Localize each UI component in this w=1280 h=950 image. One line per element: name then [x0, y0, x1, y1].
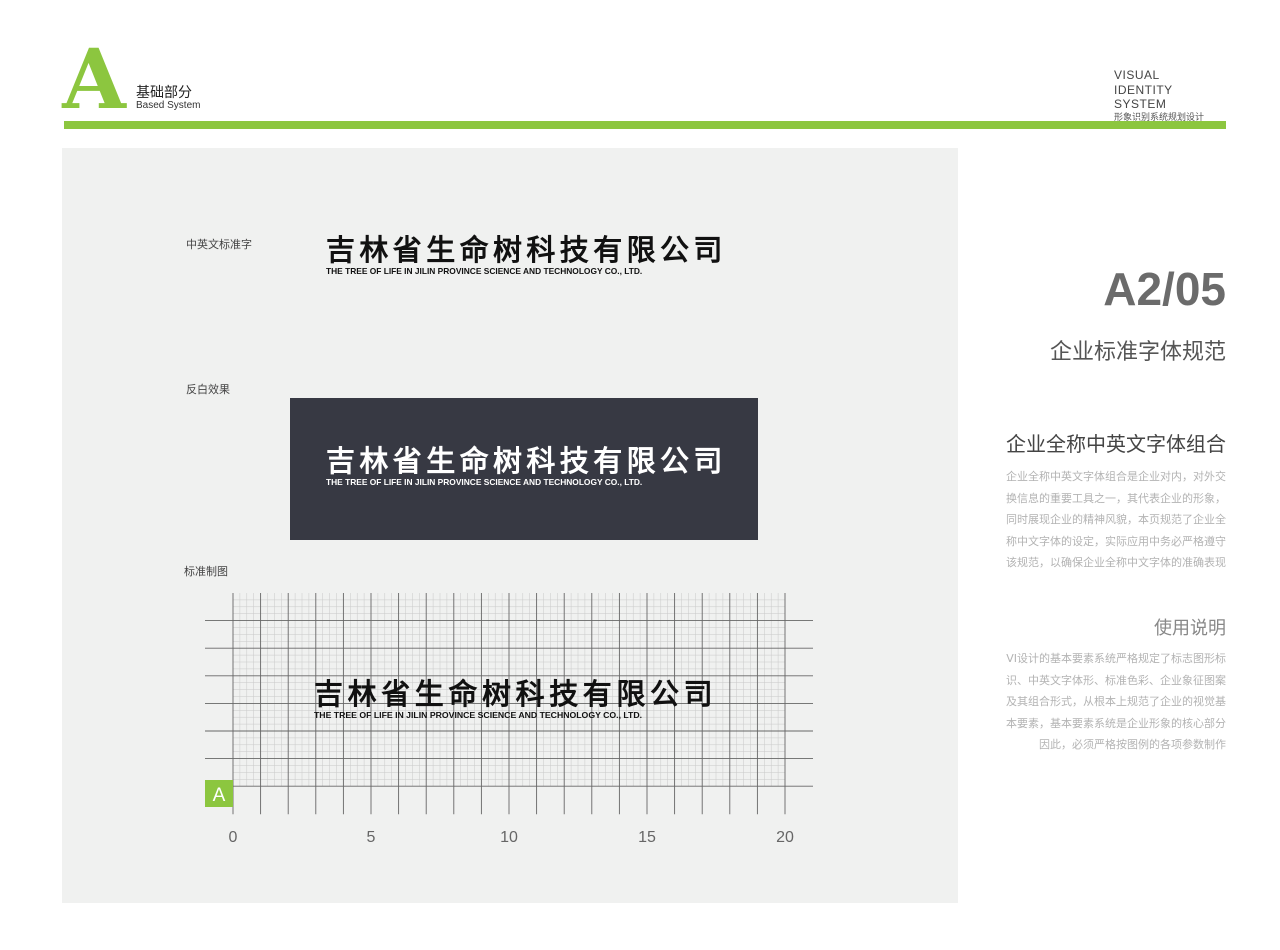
- system-title-block: VISUAL IDENTITY SYSTEM 形象识别系统规划设计: [1114, 68, 1226, 123]
- reverse-label: 反白效果: [186, 383, 230, 396]
- grid-tick-label: 0: [229, 829, 238, 846]
- section1-line: 企业全称中英文字体组合是企业对内，对外交: [1006, 470, 1226, 483]
- standard-wordmark-label: 中英文标准字: [186, 238, 252, 251]
- section2-line: 本要素，基本要素系统是企业形象的核心部分: [1006, 716, 1226, 730]
- section2-line: 识、中英文字体形、标准色彩、企业象征图案: [1006, 673, 1226, 687]
- section2-line: 及其组合形式，从根本上规范了企业的视觉基: [1006, 695, 1226, 708]
- grid-wordmark-cn: 吉林省生命树科技有限公司: [314, 677, 718, 711]
- reverse-wordmark-cn: 吉林省生命树科技有限公司: [326, 444, 727, 478]
- section2-description: VI设计的基本要素系统严格规定了标志图形标 识、中英文字体形、标准色彩、企业象征…: [976, 648, 1226, 756]
- wordmark-cn: 吉林省生命树科技有限公司: [326, 233, 727, 267]
- section-title-cn: 基础部分: [136, 85, 192, 101]
- section-title-en: Based System: [136, 100, 201, 111]
- grid-drawing-label: 标准制图: [184, 565, 228, 578]
- reverse-wordmark: 吉林省生命树科技有限公司 THE TREE OF LIFE IN JILIN P…: [326, 443, 726, 487]
- grid-tick-label: 20: [776, 829, 794, 846]
- section1-line: 该规范，以确保企业全称中文字体的准确表现: [1006, 556, 1226, 569]
- system-title-line1: VISUAL: [1114, 68, 1160, 82]
- section2-line: 因此，必须严格按图例的各项参数制作: [1039, 738, 1226, 751]
- section1-line: 同时展现企业的精神风貌，本页规范了企业全: [1006, 513, 1226, 526]
- section-letter-logo: A: [62, 32, 126, 128]
- standard-wordmark: 吉林省生命树科技有限公司 THE TREE OF LIFE IN JILIN P…: [326, 232, 726, 276]
- section2-title: 使用说明: [1154, 618, 1226, 639]
- grid-wordmark: 吉林省生命树科技有限公司 THE TREE OF LIFE IN JILIN P…: [314, 676, 734, 720]
- grid-tick-label: 15: [638, 829, 656, 846]
- section1-line: 称中文字体的设定，实际应用中务必严格遵守: [1006, 534, 1226, 548]
- section1-title: 企业全称中英文字体组合: [1006, 432, 1226, 456]
- construction-grid: A 0 5 10 15 20: [205, 593, 813, 846]
- section1-line: 换信息的重要工具之一，其代表企业的形象，: [1006, 491, 1226, 505]
- grid-tick-label: 10: [500, 829, 518, 846]
- page-code: A2/05: [1103, 263, 1226, 315]
- system-title-line2: IDENTITY SYSTEM: [1114, 83, 1173, 111]
- grid-tick-label: 5: [367, 829, 376, 846]
- header-divider: [64, 121, 1226, 129]
- section2-line: VI设计的基本要素系统严格规定了标志图形标: [1006, 652, 1226, 665]
- grid-unit-badge: A: [213, 785, 226, 806]
- grid-tick-labels: 0 5 10 15 20: [229, 829, 794, 846]
- page-title: 企业标准字体规范: [1049, 340, 1226, 365]
- section1-description: 企业全称中英文字体组合是企业对内，对外交 换信息的重要工具之一，其代表企业的形象…: [976, 466, 1226, 574]
